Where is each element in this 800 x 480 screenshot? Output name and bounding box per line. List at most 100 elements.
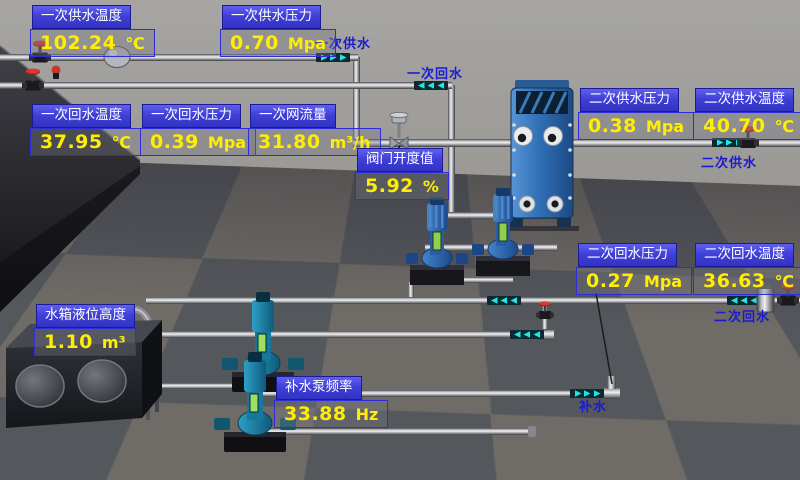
value-number: 36.63	[703, 270, 766, 292]
panel-value: 0.70 Mpa	[220, 29, 336, 57]
pump-motor	[244, 360, 266, 392]
pipe-secondary-return	[146, 297, 800, 304]
panel-label: 一次供水压力	[222, 5, 321, 29]
hx-port-center	[518, 134, 526, 142]
pipe-makeup-lower	[260, 428, 532, 435]
panel-valve-opening: 阀门开度值 5.92 %	[355, 148, 449, 200]
panel-primary-return-temp: 一次回水温度 37.95 ℃	[30, 104, 141, 156]
panel-secondary-return-pressure: 二次回水压力 0.27 Mpa	[576, 243, 692, 295]
panel-value: 5.92 %	[355, 172, 449, 200]
pump-status-stripe	[258, 334, 266, 352]
pump-motor-cap	[256, 292, 270, 302]
pipe-label-makeup: 补水	[579, 396, 607, 415]
valve-branch-icon[interactable]	[536, 301, 554, 319]
pump-status-stripe	[499, 223, 507, 241]
flow-arrow-secondary-return-1	[487, 296, 521, 305]
pipe-end-cap	[528, 426, 536, 437]
pipe-primary-return-drop	[448, 85, 455, 218]
value-unit: ℃	[775, 117, 794, 136]
tank-hatch	[16, 365, 64, 407]
value-unit: m³	[102, 333, 126, 352]
panel-label: 二次回水压力	[578, 243, 677, 267]
panel-secondary-supply-temp: 二次供水温度 40.70 ℃	[693, 88, 800, 140]
panel-value: 0.27 Mpa	[576, 267, 692, 295]
pump-motor-cap	[248, 352, 262, 362]
pump-motor-cap	[496, 188, 510, 196]
value-number: 0.70	[230, 32, 279, 54]
pipe-label-primary-return: 一次回水	[407, 63, 463, 82]
pump-flange	[222, 358, 238, 370]
pump-status-stripe	[250, 394, 258, 412]
value-unit: ℃	[125, 34, 144, 53]
pipe-label-secondary-supply: 二次供水	[701, 152, 757, 171]
hx-port-center	[551, 200, 558, 207]
pump-motor	[252, 300, 274, 332]
hx-port-center	[523, 200, 530, 207]
panel-label: 二次回水温度	[695, 243, 794, 267]
panel-makeup-pump-freq: 补水泵频率 33.88 Hz	[274, 376, 388, 428]
pump-flange	[456, 253, 468, 264]
pump-flange	[522, 244, 534, 255]
panel-label: 二次供水压力	[580, 88, 679, 112]
control-valve-icon[interactable]	[390, 112, 408, 149]
scene-3d	[0, 0, 800, 480]
value-number: 31.80	[258, 131, 321, 153]
panel-primary-supply-temp: 一次供水温度 102.24 ℃	[30, 5, 155, 57]
panel-label: 补水泵频率	[276, 376, 362, 400]
value-unit: Mpa	[288, 34, 326, 53]
panel-value: 37.95 ℃	[30, 128, 141, 156]
panel-secondary-return-temp: 二次回水温度 36.63 ℃	[693, 243, 800, 295]
value-number: 0.38	[588, 115, 637, 137]
value-unit: %	[423, 177, 439, 196]
panel-label: 一次回水压力	[142, 104, 241, 128]
panel-value: 0.38 Mpa	[578, 112, 694, 140]
drain-valve-body	[53, 73, 59, 79]
value-number: 102.24	[40, 32, 116, 54]
pump-status-stripe	[433, 232, 441, 250]
value-number: 37.95	[40, 131, 103, 153]
hx-foot	[557, 218, 571, 227]
pipe-return-branch	[152, 331, 548, 338]
value-number: 0.39	[150, 131, 199, 153]
pipe-primary-return	[0, 82, 452, 89]
panel-label: 一次网流量	[250, 104, 336, 128]
panel-label: 二次供水温度	[695, 88, 794, 112]
value-number: 40.70	[703, 115, 766, 137]
heat-exchanger-icon[interactable]	[505, 80, 579, 231]
panel-label: 一次供水温度	[32, 5, 131, 29]
hmi-heating-station-screen: 一次供水温度 102.24 ℃ 一次供水压力 0.70 Mpa 一次回水温度 3…	[0, 0, 800, 480]
hx-port-center	[548, 134, 556, 142]
pipe-label-secondary-return: 二次回水	[714, 306, 770, 325]
circulation-pump-1-icon[interactable]	[406, 197, 468, 285]
flow-arrow-branch	[510, 330, 544, 339]
flow-arrow-primary-return	[414, 81, 448, 90]
tank-hatch	[78, 360, 126, 402]
value-unit: Hz	[356, 405, 379, 424]
panel-primary-return-pressure: 一次回水压力 0.39 Mpa	[140, 104, 256, 156]
panel-value: 36.63 ℃	[693, 267, 800, 295]
value-unit: Mpa	[208, 133, 246, 152]
value-unit: ℃	[112, 133, 131, 152]
panel-label: 水箱液位高度	[36, 304, 135, 328]
value-number: 1.10	[44, 331, 93, 353]
panel-label: 一次回水温度	[32, 104, 131, 128]
flow-arrow-secondary-return-2	[727, 296, 761, 305]
panel-value: 33.88 Hz	[274, 400, 388, 428]
value-number: 33.88	[284, 403, 347, 425]
pump-flange	[288, 358, 304, 370]
pump-flange	[214, 418, 230, 430]
panel-value: 40.70 ℃	[693, 112, 800, 140]
pump-flange	[472, 244, 484, 255]
panel-value: 102.24 ℃	[30, 29, 155, 57]
panel-label: 阀门开度值	[357, 148, 443, 172]
panel-tank-level: 水箱液位高度 1.10 m³	[34, 304, 136, 356]
pump-flange	[406, 253, 418, 264]
panel-value: 1.10 m³	[34, 328, 136, 356]
panel-secondary-supply-pressure: 二次供水压力 0.38 Mpa	[578, 88, 694, 140]
value-unit: Mpa	[644, 272, 682, 291]
value-number: 5.92	[365, 175, 414, 197]
value-unit: Mpa	[646, 117, 684, 136]
panel-value: 0.39 Mpa	[140, 128, 256, 156]
value-number: 0.27	[586, 270, 635, 292]
panel-primary-supply-pressure: 一次供水压力 0.70 Mpa	[220, 5, 336, 57]
